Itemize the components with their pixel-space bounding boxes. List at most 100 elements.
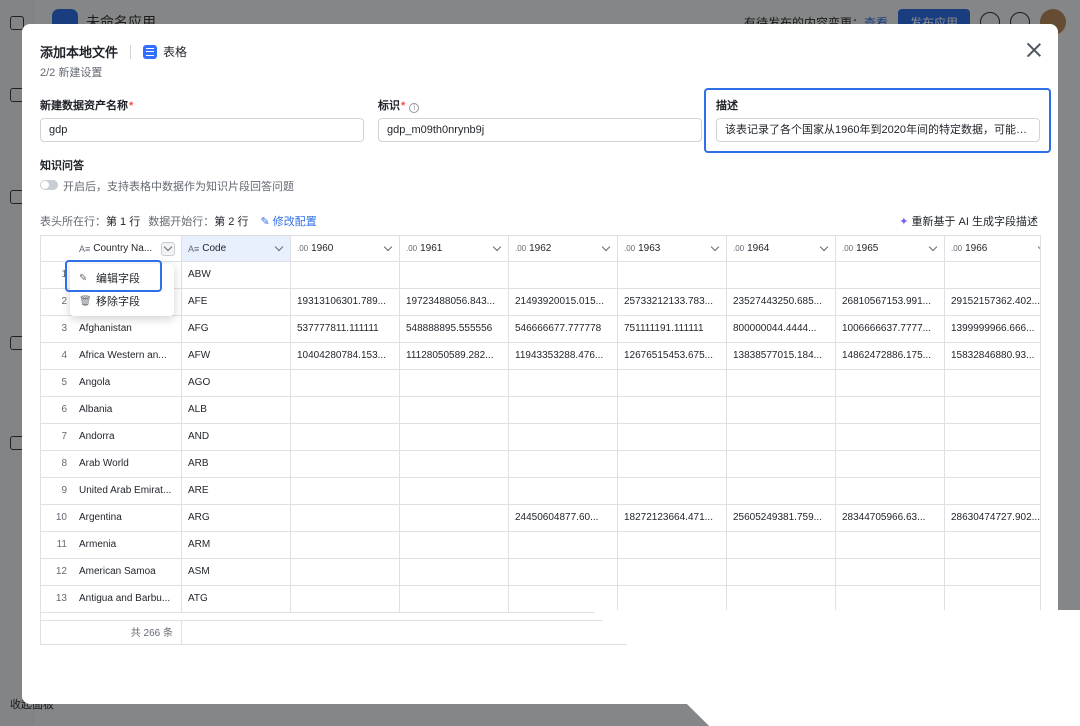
table-cell [509, 397, 618, 423]
table-cell: AFW [182, 343, 291, 369]
chevron-down-icon[interactable] [710, 242, 720, 252]
qa-toggle[interactable] [40, 180, 58, 190]
number-type-icon: .00 [624, 243, 636, 253]
table-cell: AND [182, 424, 291, 450]
row-index: 11 [56, 539, 67, 550]
id-input[interactable]: gdp_m09th0nrynb9j [378, 118, 702, 142]
column-header-label: 1961 [420, 242, 443, 254]
column-header-1961[interactable]: .00 1961 [400, 236, 509, 261]
column-header-1966[interactable]: .00 1966 [945, 236, 1040, 261]
index-header [41, 236, 73, 261]
column-header-country-na[interactable]: A≡ Country Na... [73, 236, 182, 261]
column-header-1964[interactable]: .00 1964 [727, 236, 836, 261]
table-cell [618, 532, 727, 558]
table-cell: Arab World [73, 451, 182, 477]
table-cell [945, 532, 1040, 558]
edit-config-link[interactable]: ✎ 修改配置 [260, 213, 316, 229]
table-cell: 28344705966.63... [836, 505, 945, 531]
data-table: A≡ Country Na... A≡ Code .00 1960.00 1961.00 19… [40, 235, 1041, 645]
column-menu-button[interactable] [161, 241, 175, 256]
column-header-label: 1966 [965, 242, 988, 254]
row-count: 共 266 条 [41, 621, 182, 644]
info-icon[interactable]: i [409, 103, 420, 113]
table-cell [618, 559, 727, 585]
table-cell [618, 370, 727, 396]
chevron-down-icon[interactable] [274, 242, 284, 252]
table-cell: 26810567153.991... [836, 289, 945, 315]
table-cell: 29152157362.402... [945, 289, 1040, 315]
chevron-down-icon[interactable] [601, 242, 611, 252]
highlight-box [65, 260, 162, 292]
table-cell [945, 424, 1040, 450]
table-cell: 21493920015.015... [509, 289, 618, 315]
name-input[interactable]: gdp [40, 118, 364, 142]
table-row: 2 AFE 19313106301.789... 19723488056.843...… [41, 289, 1040, 316]
column-header-1965[interactable]: .00 1965 [836, 236, 945, 261]
table-cell [509, 586, 618, 612]
table-cell [400, 478, 509, 504]
table-cell [945, 370, 1040, 396]
text-type-icon: A≡ [79, 243, 91, 254]
table-cell [618, 478, 727, 504]
table-cell [727, 559, 836, 585]
table-cell [945, 262, 1040, 288]
trash-icon: 🗑 [79, 295, 92, 307]
table-row: 5 Angola AGO [41, 370, 1040, 397]
table-cell [836, 370, 945, 396]
table-cell [618, 262, 727, 288]
chevron-down-icon[interactable] [819, 242, 829, 252]
ai-regenerate-button[interactable]: ✦ 重新基于 AI 生成字段描述 [899, 213, 1038, 229]
chevron-down-icon[interactable] [928, 242, 938, 252]
column-header-1960[interactable]: .00 1960 [291, 236, 400, 261]
table-cell: 1006666637.7777... [836, 316, 945, 342]
table-cell: ALB [182, 397, 291, 423]
table-cell [509, 559, 618, 585]
table-cell [836, 262, 945, 288]
table-cell: 19313106301.789... [291, 289, 400, 315]
column-header-code[interactable]: A≡ Code [182, 236, 291, 261]
table-cell: 546666677.777778 [509, 316, 618, 342]
table-cell [727, 478, 836, 504]
row-index: 6 [61, 404, 67, 415]
column-header-1962[interactable]: .00 1962 [509, 236, 618, 261]
table-cell: 28630474727.902... [945, 505, 1040, 531]
table-cell [509, 370, 618, 396]
table-cell: ARE [182, 478, 291, 504]
chevron-down-icon[interactable] [383, 242, 393, 252]
table-cell: 15832846880.93... [945, 343, 1040, 369]
row-index: 4 [61, 350, 67, 361]
table-cell [400, 505, 509, 531]
table-cell: ASM [182, 559, 291, 585]
table-cell [400, 532, 509, 558]
table-cell: ATG [182, 586, 291, 612]
table-cell [836, 424, 945, 450]
table-cell: ARG [182, 505, 291, 531]
table-cell [400, 370, 509, 396]
remove-field-item[interactable]: 🗑 移除字段 [70, 290, 174, 312]
row-index: 13 [55, 593, 67, 604]
table-cell [509, 262, 618, 288]
close-icon[interactable] [1026, 42, 1042, 58]
table-cell: AFE [182, 289, 291, 315]
table-cell [836, 559, 945, 585]
table-cell [291, 532, 400, 558]
modal-header: 添加本地文件 表格 [40, 42, 187, 61]
chevron-down-icon[interactable] [492, 242, 502, 252]
table-cell: 19723488056.843... [400, 289, 509, 315]
table-cell [291, 397, 400, 423]
column-header-label: 1964 [747, 242, 770, 254]
table-cell [727, 370, 836, 396]
table-cell [727, 262, 836, 288]
column-header-1963[interactable]: .00 1963 [618, 236, 727, 261]
column-header-label: 1962 [529, 242, 552, 254]
sheet-icon [143, 44, 158, 59]
text-type-icon: A≡ [188, 243, 200, 254]
chevron-down-icon[interactable] [1037, 242, 1040, 252]
table-cell [291, 451, 400, 477]
row-index: 7 [61, 431, 67, 442]
table-cell: Argentina [73, 505, 182, 531]
table-cell [727, 532, 836, 558]
table-row: 4 Africa Western an... AFW 10404280784.153.… [41, 343, 1040, 370]
header-row-value: 第 1 行 [106, 216, 141, 228]
chevron-down-icon[interactable] [163, 242, 173, 252]
